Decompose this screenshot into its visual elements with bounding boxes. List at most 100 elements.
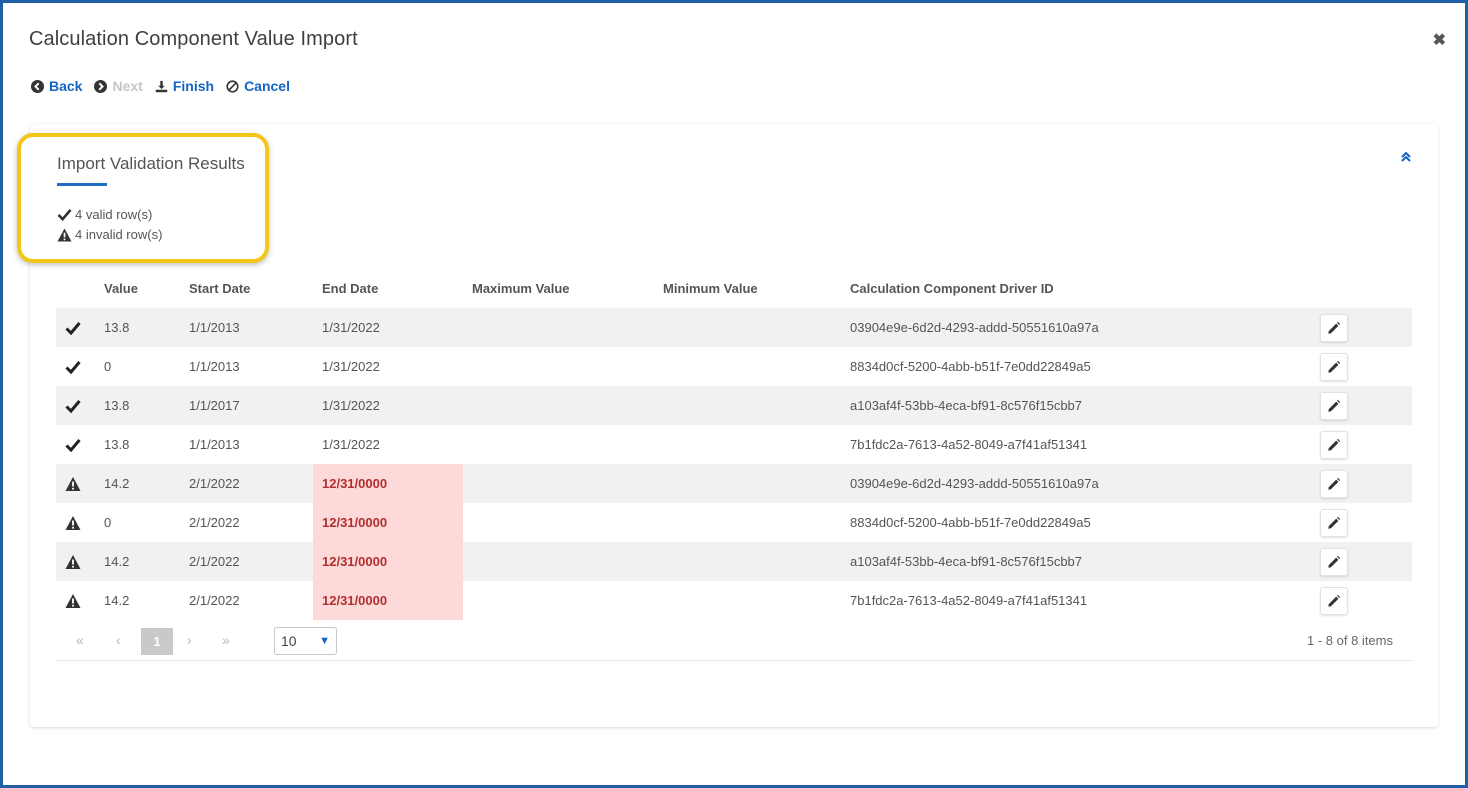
validation-grid: Value Start Date End Date Maximum Value … bbox=[56, 269, 1412, 661]
start-date-cell: 2/1/2022 bbox=[189, 515, 240, 530]
edit-row-button[interactable] bbox=[1320, 392, 1348, 420]
start-date-cell: 2/1/2022 bbox=[189, 554, 240, 569]
next-page-button[interactable]: › bbox=[187, 632, 192, 648]
collapse-icon[interactable] bbox=[1400, 151, 1412, 163]
next-button[interactable]: Next bbox=[94, 78, 143, 94]
value-cell: 0 bbox=[104, 515, 112, 530]
next-label: Next bbox=[112, 78, 143, 94]
pencil-icon bbox=[1328, 399, 1341, 412]
page-number-current[interactable]: 1 bbox=[141, 628, 173, 655]
cancel-label: Cancel bbox=[244, 78, 290, 94]
edit-row-button[interactable] bbox=[1320, 470, 1348, 498]
dialog-title: Calculation Component Value Import bbox=[29, 28, 358, 50]
invalid-rows-summary: 4 invalid row(s) bbox=[57, 227, 162, 242]
start-date-cell: 1/1/2017 bbox=[189, 398, 240, 413]
pencil-icon bbox=[1328, 516, 1341, 529]
driver-id-cell: 7b1fdc2a-7613-4a52-8049-a7f41af51341 bbox=[850, 437, 1088, 452]
last-page-button[interactable]: » bbox=[222, 632, 230, 648]
valid-rows-text: 4 valid row(s) bbox=[75, 207, 153, 222]
warning-icon bbox=[65, 477, 81, 491]
value-cell: 13.8 bbox=[104, 437, 130, 452]
table-row[interactable]: 0 2/1/2022 12/31/0000 8834d0cf-5200-4abb-b5… bbox=[56, 503, 1412, 542]
check-icon bbox=[65, 322, 81, 336]
end-date-cell-error[interactable]: 12/31/0000 bbox=[313, 464, 463, 503]
column-header-driver-id[interactable]: Calculation Component Driver ID bbox=[850, 281, 1054, 296]
driver-id-cell: 8834d0cf-5200-4abb-b51f-7e0dd22849a5 bbox=[850, 359, 1091, 374]
edit-row-button[interactable] bbox=[1320, 431, 1348, 459]
warning-icon bbox=[65, 516, 81, 530]
check-icon bbox=[65, 400, 81, 414]
start-date-cell: 2/1/2022 bbox=[189, 593, 240, 608]
edit-row-button[interactable] bbox=[1320, 509, 1348, 537]
pencil-icon bbox=[1328, 594, 1341, 607]
table-row[interactable]: 14.2 2/1/2022 12/31/0000 a103af4f-53bb-4eca… bbox=[56, 542, 1412, 581]
close-icon[interactable]: ✖ bbox=[1433, 30, 1446, 50]
cancel-button[interactable]: Cancel bbox=[226, 78, 290, 94]
table-row[interactable]: 14.2 2/1/2022 12/31/0000 03904e9e-6d2d-4293… bbox=[56, 464, 1412, 503]
chevron-down-icon: ▼ bbox=[319, 635, 330, 647]
check-icon bbox=[65, 439, 81, 453]
driver-id-cell: 03904e9e-6d2d-4293-addd-50551610a97a bbox=[850, 476, 1099, 491]
summary-highlight bbox=[17, 133, 269, 263]
column-header-value[interactable]: Value bbox=[104, 281, 138, 296]
end-date-cell: 1/31/2022 bbox=[322, 359, 380, 374]
edit-row-button[interactable] bbox=[1320, 314, 1348, 342]
pager: « ‹ 1 › » 10 ▼ 1 - 8 of 8 items bbox=[56, 621, 1412, 661]
start-date-cell: 1/1/2013 bbox=[189, 359, 240, 374]
grid-header: Value Start Date End Date Maximum Value … bbox=[56, 269, 1412, 307]
pencil-icon bbox=[1328, 555, 1341, 568]
value-cell: 14.2 bbox=[104, 593, 130, 608]
warning-icon bbox=[57, 227, 72, 242]
value-cell: 13.8 bbox=[104, 320, 130, 335]
circle-arrow-right-icon bbox=[94, 79, 108, 93]
start-date-cell: 2/1/2022 bbox=[189, 476, 240, 491]
edit-row-button[interactable] bbox=[1320, 587, 1348, 615]
edit-row-button[interactable] bbox=[1320, 548, 1348, 576]
driver-id-cell: 8834d0cf-5200-4abb-b51f-7e0dd22849a5 bbox=[850, 515, 1091, 530]
page-size-select[interactable]: 10 ▼ bbox=[274, 627, 337, 655]
table-row[interactable]: 13.8 1/1/2013 1/31/2022 03904e9e-6d2d-4293-… bbox=[56, 308, 1412, 347]
title-underline bbox=[57, 183, 107, 186]
circle-arrow-left-icon bbox=[31, 79, 44, 93]
page-size-value: 10 bbox=[281, 633, 297, 649]
finish-label: Finish bbox=[172, 78, 215, 94]
pager-info: 1 - 8 of 8 items bbox=[1307, 633, 1393, 648]
table-row[interactable]: 13.8 1/1/2017 1/31/2022 a103af4f-53bb-4eca-… bbox=[56, 386, 1412, 425]
prev-page-button[interactable]: ‹ bbox=[116, 632, 121, 648]
table-row[interactable]: 14.2 2/1/2022 12/31/0000 7b1fdc2a-7613-4a52… bbox=[56, 581, 1412, 620]
back-label: Back bbox=[49, 78, 83, 94]
finish-button[interactable]: Finish bbox=[155, 78, 214, 94]
warning-icon bbox=[65, 594, 81, 608]
check-icon bbox=[65, 361, 81, 375]
column-header-maximum-value[interactable]: Maximum Value bbox=[472, 281, 570, 296]
pencil-icon bbox=[1328, 438, 1341, 451]
table-row[interactable]: 13.8 1/1/2013 1/31/2022 7b1fdc2a-7613-4a52-… bbox=[56, 425, 1412, 464]
first-page-button[interactable]: « bbox=[76, 632, 84, 648]
end-date-cell-error[interactable]: 12/31/0000 bbox=[313, 503, 463, 542]
value-cell: 14.2 bbox=[104, 554, 130, 569]
column-header-minimum-value[interactable]: Minimum Value bbox=[663, 281, 758, 296]
start-date-cell: 1/1/2013 bbox=[189, 320, 240, 335]
driver-id-cell: a103af4f-53bb-4eca-bf91-8c576f15cbb7 bbox=[850, 554, 1083, 569]
back-button[interactable]: Back bbox=[31, 78, 82, 94]
ban-icon bbox=[226, 79, 239, 93]
end-date-cell: 1/31/2022 bbox=[322, 398, 380, 413]
end-date-cell-error[interactable]: 12/31/0000 bbox=[313, 542, 463, 581]
table-row[interactable]: 0 1/1/2013 1/31/2022 8834d0cf-5200-4abb-b51… bbox=[56, 347, 1412, 386]
value-cell: 14.2 bbox=[104, 476, 130, 491]
check-icon bbox=[57, 209, 72, 221]
driver-id-cell: a103af4f-53bb-4eca-bf91-8c576f15cbb7 bbox=[850, 398, 1083, 413]
column-header-start-date[interactable]: Start Date bbox=[189, 281, 250, 296]
start-date-cell: 1/1/2013 bbox=[189, 437, 240, 452]
value-cell: 13.8 bbox=[104, 398, 130, 413]
pencil-icon bbox=[1328, 360, 1341, 373]
driver-id-cell: 7b1fdc2a-7613-4a52-8049-a7f41af51341 bbox=[850, 593, 1088, 608]
value-cell: 0 bbox=[104, 359, 112, 374]
end-date-cell-error[interactable]: 12/31/0000 bbox=[313, 581, 463, 620]
driver-id-cell: 03904e9e-6d2d-4293-addd-50551610a97a bbox=[850, 320, 1099, 335]
valid-rows-summary: 4 valid row(s) bbox=[57, 207, 152, 222]
edit-row-button[interactable] bbox=[1320, 353, 1348, 381]
download-icon bbox=[155, 80, 168, 92]
column-header-end-date[interactable]: End Date bbox=[322, 281, 378, 296]
pencil-icon bbox=[1328, 321, 1341, 334]
